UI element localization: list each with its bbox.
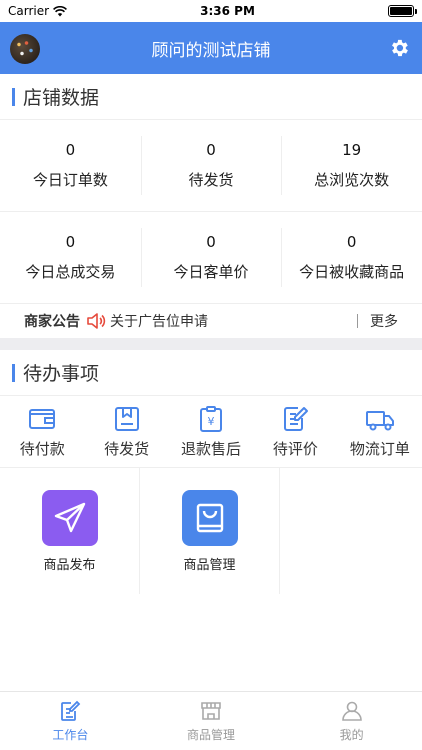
todo-pending-payment[interactable]: 待付款 bbox=[0, 396, 84, 467]
user-icon bbox=[341, 701, 362, 721]
divider bbox=[357, 314, 358, 328]
todo-logistics[interactable]: 物流订单 bbox=[338, 396, 422, 467]
store-title: 顾问的测试店铺 bbox=[151, 40, 271, 61]
todo-label: 物流订单 bbox=[349, 440, 410, 458]
tab-bar: 工作台 商品管理 我的 bbox=[0, 691, 422, 750]
stat-label: 今日客单价 bbox=[173, 263, 249, 281]
paper-plane-icon bbox=[54, 502, 85, 532]
stats-row-2: 0 今日总成交易 0 今日客单价 0 今日被收藏商品 bbox=[0, 212, 422, 304]
manage-tile bbox=[181, 489, 238, 546]
wifi-icon bbox=[53, 5, 68, 16]
todo-header: 待办事项 bbox=[0, 350, 422, 396]
status-time: 3:36 PM bbox=[200, 4, 255, 18]
nav-bar: 顾问的测试店铺 bbox=[0, 22, 422, 74]
status-left: Carrier bbox=[8, 4, 68, 18]
tab-label: 工作台 bbox=[52, 728, 89, 742]
notice-title: 商家公告 bbox=[24, 314, 80, 330]
stat-total-views[interactable]: 19 总浏览次数 bbox=[281, 120, 422, 211]
shopping-bag-icon bbox=[196, 503, 223, 532]
publish-tile bbox=[41, 489, 98, 546]
stat-value: 0 bbox=[206, 141, 216, 159]
notice-bar: 商家公告 关于广告位申请 更多 bbox=[0, 304, 422, 338]
stat-today-transactions[interactable]: 0 今日总成交易 bbox=[0, 212, 141, 303]
refund-icon: ¥ bbox=[200, 406, 223, 432]
todo-pending-shipment[interactable]: 待发货 bbox=[84, 396, 168, 467]
tab-label: 我的 bbox=[339, 728, 364, 742]
notice-link[interactable]: 关于广告位申请 bbox=[110, 311, 357, 331]
stat-value: 0 bbox=[346, 233, 357, 251]
todo-review[interactable]: 待评价 bbox=[253, 396, 337, 467]
wallet-icon bbox=[29, 409, 56, 429]
gear-icon[interactable] bbox=[388, 37, 410, 59]
stat-label: 今日被收藏商品 bbox=[299, 263, 405, 281]
tab-products[interactable]: 商品管理 bbox=[141, 692, 282, 750]
todo-label: 待评价 bbox=[272, 440, 318, 458]
review-icon bbox=[284, 407, 309, 431]
stat-label: 总浏览次数 bbox=[314, 171, 390, 189]
tool-manage-products[interactable]: 商品管理 bbox=[140, 468, 280, 594]
tools-grid: 商品发布 商品管理 bbox=[0, 468, 422, 594]
section-title: 店铺数据 bbox=[23, 87, 100, 109]
stat-value: 0 bbox=[206, 233, 216, 251]
stat-avg-order-price[interactable]: 0 今日客单价 bbox=[140, 212, 282, 303]
status-bar: Carrier 3:36 PM bbox=[0, 0, 422, 22]
stat-label: 今日总成交易 bbox=[25, 263, 116, 281]
tab-label: 商品管理 bbox=[187, 728, 236, 742]
store-data-header: 店铺数据 bbox=[0, 74, 422, 120]
stat-favorited-products[interactable]: 0 今日被收藏商品 bbox=[281, 212, 422, 303]
accent-bar bbox=[12, 87, 15, 106]
package-icon bbox=[114, 407, 139, 431]
truck-icon bbox=[365, 411, 394, 431]
accent-bar bbox=[12, 363, 15, 382]
stat-value: 19 bbox=[342, 141, 362, 159]
store-icon bbox=[201, 702, 221, 720]
tab-mine[interactable]: 我的 bbox=[281, 692, 422, 750]
todo-label: 待发货 bbox=[104, 440, 150, 458]
stat-value: 0 bbox=[65, 233, 76, 251]
stat-label: 待发货 bbox=[188, 171, 234, 189]
todo-row: 待付款 待发货 ¥ 退款售后 待评价 物流订单 bbox=[0, 396, 422, 468]
todo-label: 退款售后 bbox=[181, 440, 242, 458]
tool-publish-product[interactable]: 商品发布 bbox=[0, 468, 140, 594]
stats-row-1: 0 今日订单数 0 待发货 19 总浏览次数 bbox=[0, 120, 422, 212]
todo-label: 待付款 bbox=[19, 440, 65, 458]
stat-today-orders[interactable]: 0 今日订单数 bbox=[0, 120, 141, 211]
tab-workbench[interactable]: 工作台 bbox=[0, 692, 141, 750]
stat-value: 0 bbox=[65, 141, 76, 159]
todo-refund[interactable]: ¥ 退款售后 bbox=[169, 396, 253, 467]
speaker-icon bbox=[87, 313, 106, 329]
section-gap bbox=[0, 338, 422, 350]
stat-label: 今日订单数 bbox=[32, 171, 108, 189]
edit-doc-icon bbox=[61, 700, 81, 721]
tool-label: 商品管理 bbox=[183, 557, 236, 573]
section-title: 待办事项 bbox=[23, 363, 100, 385]
stat-pending-shipment[interactable]: 0 待发货 bbox=[140, 120, 282, 211]
tool-label: 商品发布 bbox=[43, 557, 96, 573]
store-avatar[interactable] bbox=[10, 34, 40, 64]
battery-icon bbox=[388, 5, 417, 17]
svg-text:¥: ¥ bbox=[208, 415, 215, 428]
more-link[interactable]: 更多 bbox=[370, 311, 398, 331]
carrier-label: Carrier bbox=[8, 4, 50, 18]
